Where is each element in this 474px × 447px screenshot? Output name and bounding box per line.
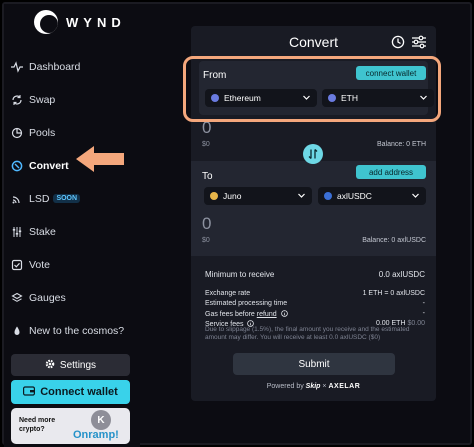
sidebar-item-label: Dashboard [29, 60, 81, 73]
sidebar-item-label: New to the cosmos? [29, 324, 125, 337]
sidebar-item-stake[interactable]: Stake [4, 215, 140, 248]
from-token-select[interactable]: ETH [322, 89, 434, 107]
refund-link[interactable]: refund [257, 311, 277, 318]
exchange-rate-value: 1 ETH = 0 axlUSDC [362, 290, 425, 297]
from-balance: Balance: 0 ETH [376, 141, 426, 148]
chevron-down-icon [412, 193, 419, 198]
gas-fees-row: Gas fees before refund - [205, 310, 425, 320]
sidebar-item-label: Swap [29, 93, 56, 106]
settings-sliders-icon[interactable] [411, 35, 427, 54]
submit-button[interactable]: Submit [233, 353, 395, 375]
ballot-icon [11, 259, 23, 271]
activity-icon [11, 60, 23, 73]
exchange-rate-row: Exchange rate 1 ETH = 0 axlUSDC [205, 290, 425, 300]
ethereum-icon [211, 94, 219, 102]
to-usd-value: $0 [202, 237, 210, 244]
to-section: To add address Juno axlUSDC 0 $0 Balance… [191, 161, 436, 256]
sidebar-item-label: Pools [29, 126, 56, 139]
partners-separator: × [322, 383, 327, 390]
to-token-select[interactable]: axlUSDC [318, 187, 426, 205]
from-chain-value: Ethereum [224, 93, 261, 103]
chevron-down-icon [303, 95, 310, 100]
minimum-receive-label: Minimum to receive [205, 270, 275, 279]
skip-logo-icon: Skip [305, 383, 321, 390]
eth-token-icon [328, 94, 336, 102]
sidebar-item-dashboard[interactable]: Dashboard [4, 50, 140, 83]
to-chain-select[interactable]: Juno [204, 187, 312, 205]
sidebar-item-gauges[interactable]: Gauges [4, 281, 140, 314]
from-chain-select[interactable]: Ethereum [205, 89, 317, 107]
kado-logo-icon: K [91, 410, 111, 430]
processing-time-row: Estimated processing time - [205, 300, 425, 310]
layers-icon [11, 292, 23, 304]
minimum-receive-row: Minimum to receive 0.0 axlUSDC [205, 270, 425, 284]
gas-fees-label: Gas fees before [205, 311, 257, 318]
sidebar-item-label: LSD [29, 192, 50, 205]
connect-wallet-pill-button[interactable]: connect wallet [356, 66, 426, 80]
sidebar-item-lsd[interactable]: LSD SOON [4, 182, 140, 215]
from-label: From [203, 70, 227, 81]
usdc-token-icon [324, 192, 332, 200]
info-icon[interactable] [280, 310, 288, 319]
chevron-down-icon [298, 193, 305, 198]
brand-name: WYND [66, 14, 126, 30]
to-label: To [202, 171, 213, 182]
connect-wallet-button[interactable]: Connect wallet [11, 380, 130, 404]
gear-icon [45, 359, 55, 372]
sliders-icon [11, 226, 23, 238]
axelar-logo-icon: AXELAR [328, 383, 361, 390]
minimum-receive-value: 0.0 axlUSDC [378, 270, 425, 279]
sidebar-item-vote[interactable]: Vote [4, 248, 140, 281]
wallet-icon [23, 385, 36, 399]
processing-time-label: Estimated processing time [205, 300, 288, 307]
history-icon[interactable] [391, 35, 405, 54]
exchange-rate-label: Exchange rate [205, 290, 251, 297]
to-amount-input[interactable]: 0 [202, 214, 211, 234]
onramp-banner[interactable]: Need more crypto? K Onramp! [11, 408, 130, 444]
app-window: WYND Dashboard Swap Pools Convert LSD SO… [2, 2, 472, 447]
gas-fees-value: - [422, 310, 425, 317]
pie-icon [11, 127, 23, 139]
onramp-label: Onramp! [73, 429, 119, 441]
to-balance: Balance: 0 axlUSDC [362, 237, 426, 244]
wynd-logo-icon [34, 10, 58, 34]
to-chain-value: Juno [223, 191, 242, 201]
drop-icon [11, 325, 23, 337]
sidebar-item-label: Convert [29, 159, 69, 172]
sidebar-item-swap[interactable]: Swap [4, 83, 140, 116]
settings-button[interactable]: Settings [11, 354, 130, 376]
convert-icon [11, 160, 23, 172]
settings-label: Settings [59, 359, 97, 371]
sidebar: WYND Dashboard Swap Pools Convert LSD SO… [4, 4, 140, 447]
sidebar-nav: Dashboard Swap Pools Convert LSD SOON St… [4, 50, 140, 347]
chevron-down-icon [420, 95, 427, 100]
swap-direction-button[interactable] [303, 144, 323, 164]
slippage-note: Due to slippage (1.5%), the final amount… [205, 326, 410, 341]
from-token-value: ETH [341, 93, 358, 103]
powered-by: Powered by Skip × AXELAR [191, 383, 436, 390]
wifi-icon [11, 193, 23, 205]
sidebar-item-label: Gauges [29, 291, 66, 304]
sidebar-item-label: Stake [29, 225, 56, 238]
processing-time-value: - [422, 300, 425, 307]
from-section: From connect wallet Ethereum ETH [199, 61, 434, 115]
soon-badge: SOON [53, 194, 81, 203]
to-token-value: axlUSDC [337, 191, 372, 201]
refresh-icon [11, 94, 23, 106]
convert-panel: Convert From connect wallet Ethereum ETH… [191, 26, 436, 401]
pointer-arrow-icon [76, 146, 124, 172]
swap-arrows-icon [308, 149, 318, 159]
onramp-question: Need more crypto? [19, 417, 56, 433]
connect-wallet-label: Connect wallet [40, 386, 118, 398]
add-address-button[interactable]: add address [356, 165, 426, 179]
brand-logo[interactable]: WYND [34, 10, 126, 34]
from-amount-input[interactable]: 0 [202, 118, 211, 138]
from-usd-value: $0 [202, 141, 210, 148]
juno-icon [210, 192, 218, 200]
conversion-details: Minimum to receive 0.0 axlUSDC Exchange … [205, 270, 425, 330]
sidebar-item-label: Vote [29, 258, 51, 271]
sidebar-item-new-to-cosmos[interactable]: New to the cosmos? [4, 314, 140, 347]
powered-by-label: Powered by [266, 383, 304, 390]
